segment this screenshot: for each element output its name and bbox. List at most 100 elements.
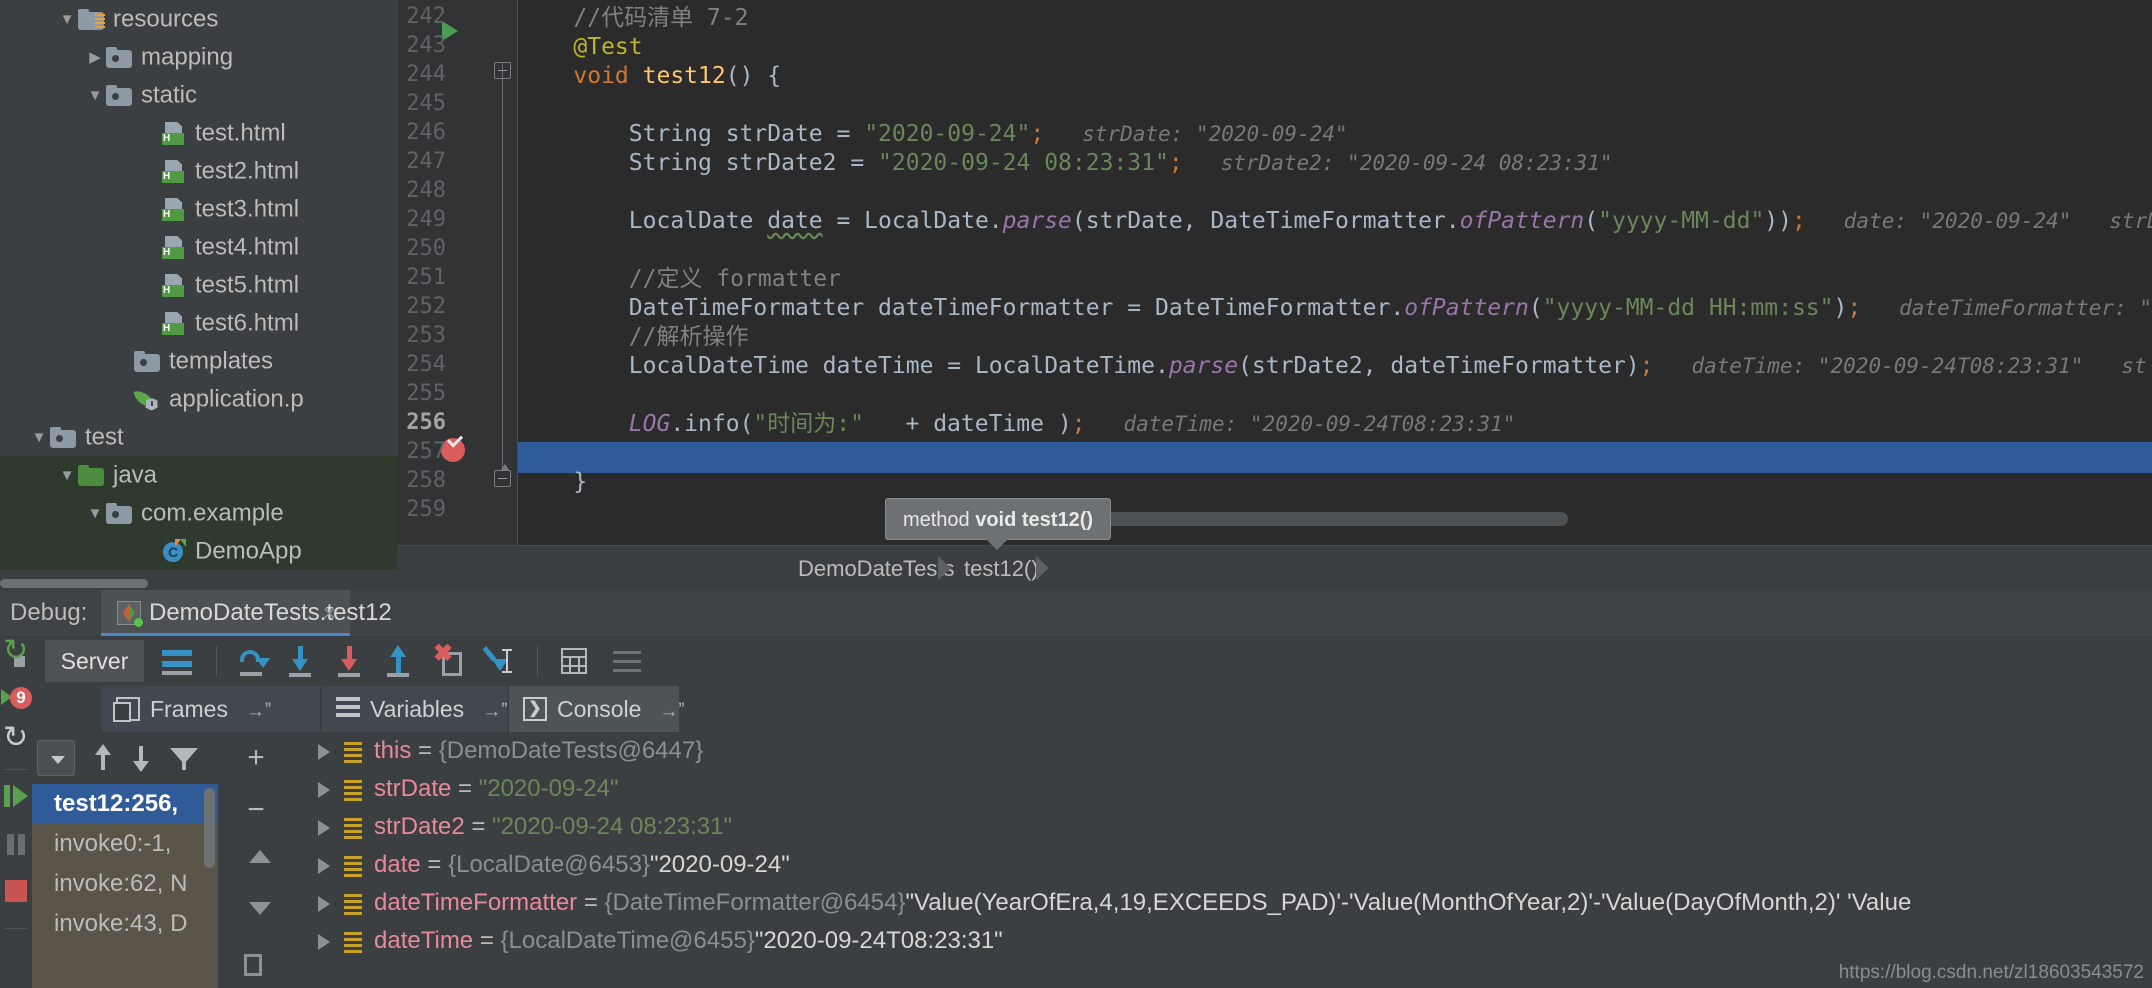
code-line-251[interactable]: //定义 formatter (518, 265, 841, 294)
tree-item-test4-html[interactable]: Htest4.html (0, 228, 398, 266)
chevron-down-icon[interactable]: ▼ (84, 495, 106, 533)
frames-rows[interactable]: test12:256, invoke0:-1, invoke:62, Ninvoke… (32, 784, 218, 944)
show-execution-point-icon[interactable] (160, 644, 194, 678)
tab-detach-icon[interactable]: →ˮ (246, 701, 271, 722)
tab-frames[interactable]: Frames →ˮ (102, 686, 320, 732)
code-line-252[interactable]: DateTimeFormatter dateTimeFormatter = Da… (518, 294, 2152, 323)
stop-icon[interactable] (3, 878, 29, 904)
tree-item-application-p[interactable]: application.p (0, 380, 398, 418)
tab-detach-icon[interactable]: →ˮ (482, 701, 507, 722)
chevron-down-icon[interactable]: ▼ (56, 457, 78, 495)
tree-item-demoapp[interactable]: DemoApp (0, 532, 398, 570)
debug-subtab-row[interactable]: Frames →ˮ Variables →ˮ ❯ Console →ˮ (32, 686, 2152, 732)
move-down-icon[interactable] (240, 892, 272, 924)
project-tree-hscrollbar[interactable] (0, 576, 398, 590)
variables-toolbar[interactable]: + − (218, 732, 304, 988)
code-line-249[interactable]: LocalDate date = LocalDate.parse(strDate… (518, 207, 2152, 236)
tree-item-resources[interactable]: ▼ resources (0, 0, 398, 38)
step-into-icon[interactable] (286, 644, 320, 678)
remove-watch-icon[interactable]: − (240, 794, 272, 826)
chevron-down-icon[interactable]: ▼ (28, 419, 50, 457)
frame-row[interactable]: invoke0:-1, (32, 824, 218, 864)
expand-triangle-icon[interactable] (318, 933, 330, 950)
frames-toolbar[interactable] (32, 732, 218, 784)
tree-item-templates[interactable]: templates (0, 342, 398, 380)
chevron-right-icon[interactable]: ▶ (84, 39, 106, 77)
code-line-242[interactable]: //代码清单 7-2 (518, 4, 748, 33)
breadcrumb-method[interactable]: test12() (964, 546, 1039, 591)
drop-frame-icon[interactable]: ✖ (433, 642, 467, 678)
tree-item-java[interactable]: ▼ java (0, 456, 398, 494)
variable-row[interactable]: this = {DemoDateTests@6447} (304, 732, 2152, 770)
variable-row[interactable]: strDate2 = "2020-09-24 08:23:31" (304, 808, 2152, 846)
code-editor[interactable]: 242 243 244 245 246 247 248 249 250 251 252 253 254 2… (398, 0, 2152, 590)
close-icon[interactable]: × (323, 590, 336, 636)
breadcrumb-class[interactable]: DemoDateTests (798, 546, 955, 591)
editor-gutter[interactable]: 242 243 244 245 246 247 248 249 250 251 252 253 254 2… (398, 0, 518, 590)
step-over-icon[interactable] (237, 644, 271, 678)
code-line-258[interactable]: } (518, 468, 587, 497)
move-up-icon[interactable] (240, 844, 272, 876)
debug-session-tab[interactable]: DemoDateTests.test12 × (101, 590, 392, 636)
tree-item-test6-html[interactable]: Htest6.html (0, 304, 398, 342)
expand-triangle-icon[interactable] (318, 895, 330, 912)
tree-item-test5-html[interactable]: Htest5.html (0, 266, 398, 304)
variable-row[interactable]: date = {LocalDate@6453}"2020-09-24" (304, 846, 2152, 884)
fold-region-end-icon[interactable] (494, 464, 511, 487)
tree-item-com-example[interactable]: ▼ com.example (0, 494, 398, 532)
tab-variables[interactable]: Variables →ˮ (322, 686, 508, 732)
variable-row[interactable]: dateTimeFormatter = {DateTimeFormatter@6… (304, 884, 2152, 922)
debug-toolbar[interactable]: Server ✖ (32, 636, 2152, 686)
thread-selector-icon[interactable] (37, 740, 75, 776)
evaluate-expression-icon[interactable] (558, 644, 592, 678)
tab-detach-icon[interactable]: →ˮ (659, 701, 684, 722)
frame-row[interactable]: invoke:43, D (32, 904, 218, 944)
settings-icon[interactable] (610, 644, 644, 678)
code-line-256[interactable]: LOG.info("时间为:" + dateTime ); dateTime: … (518, 410, 1516, 439)
rerun-icon[interactable] (3, 633, 29, 668)
filter-icon[interactable] (170, 744, 198, 772)
code-line-243[interactable]: @Test (518, 33, 642, 62)
scrollbar-thumb[interactable] (0, 579, 148, 588)
code-line-253[interactable]: //解析操作 (518, 323, 749, 352)
frame-row[interactable]: invoke:62, N (32, 864, 218, 904)
frames-list[interactable]: test12:256, invoke0:-1, invoke:62, Ninvoke… (32, 784, 218, 988)
project-tree-rows[interactable]: ▼ resources ▶ mapping ▼ static Htest.html Hte… (0, 0, 398, 570)
resume-program-icon[interactable] (3, 784, 29, 810)
copy-icon[interactable] (240, 948, 272, 980)
run-to-cursor-icon[interactable] (482, 644, 516, 678)
tab-console[interactable]: ❯ Console →ˮ (509, 686, 685, 732)
step-out-icon[interactable] (384, 644, 418, 678)
chevron-down-icon[interactable]: ▼ (84, 77, 106, 115)
tree-item-test-html[interactable]: Htest.html (0, 114, 398, 152)
mute-breakpoints-icon[interactable] (3, 720, 29, 756)
expand-triangle-icon[interactable] (318, 743, 330, 760)
frames-scrollbar[interactable] (204, 788, 215, 868)
variables-rows[interactable]: this = {DemoDateTests@6447} strDate = "20… (304, 732, 2152, 960)
tree-item-test3-html[interactable]: Htest3.html (0, 190, 398, 228)
force-step-into-icon[interactable] (335, 644, 369, 678)
variable-row[interactable]: dateTime = {LocalDateTime@6455}"2020-09-… (304, 922, 2152, 960)
code-line-254[interactable]: LocalDateTime dateTime = LocalDateTime.p… (518, 352, 2147, 381)
view-breakpoints-icon[interactable]: 9 (1, 686, 32, 712)
code-line-244[interactable]: void test12() { (518, 62, 781, 91)
tree-item-test[interactable]: ▼ test (0, 418, 398, 456)
expand-triangle-icon[interactable] (318, 781, 330, 798)
code-line-246[interactable]: String strDate = "2020-09-24"; strDate: … (518, 120, 1348, 149)
add-watch-icon[interactable]: + (240, 742, 272, 774)
tree-item-test2-html[interactable]: Htest2.html (0, 152, 398, 190)
expand-triangle-icon[interactable] (318, 819, 330, 836)
pause-program-icon[interactable] (3, 832, 29, 858)
variable-row[interactable]: strDate = "2020-09-24" (304, 770, 2152, 808)
down-arrow-icon[interactable] (128, 744, 156, 772)
project-tree-panel[interactable]: ▼ resources ▶ mapping ▼ static Htest.html Hte… (0, 0, 398, 590)
variables-panel[interactable]: this = {DemoDateTests@6447} strDate = "20… (304, 732, 2152, 988)
tree-item-mapping[interactable]: ▶ mapping (0, 38, 398, 76)
chevron-down-icon[interactable]: ▼ (56, 1, 78, 39)
expand-triangle-icon[interactable] (318, 857, 330, 874)
server-tab-button[interactable]: Server (45, 640, 144, 682)
code-line-247[interactable]: String strDate2 = "2020-09-24 08:23:31";… (518, 149, 1613, 178)
debug-side-toolbar[interactable]: 9 (0, 633, 32, 988)
frame-row[interactable]: test12:256, (32, 784, 218, 824)
breadcrumb[interactable]: DemoDateTests test12() (398, 545, 2152, 590)
